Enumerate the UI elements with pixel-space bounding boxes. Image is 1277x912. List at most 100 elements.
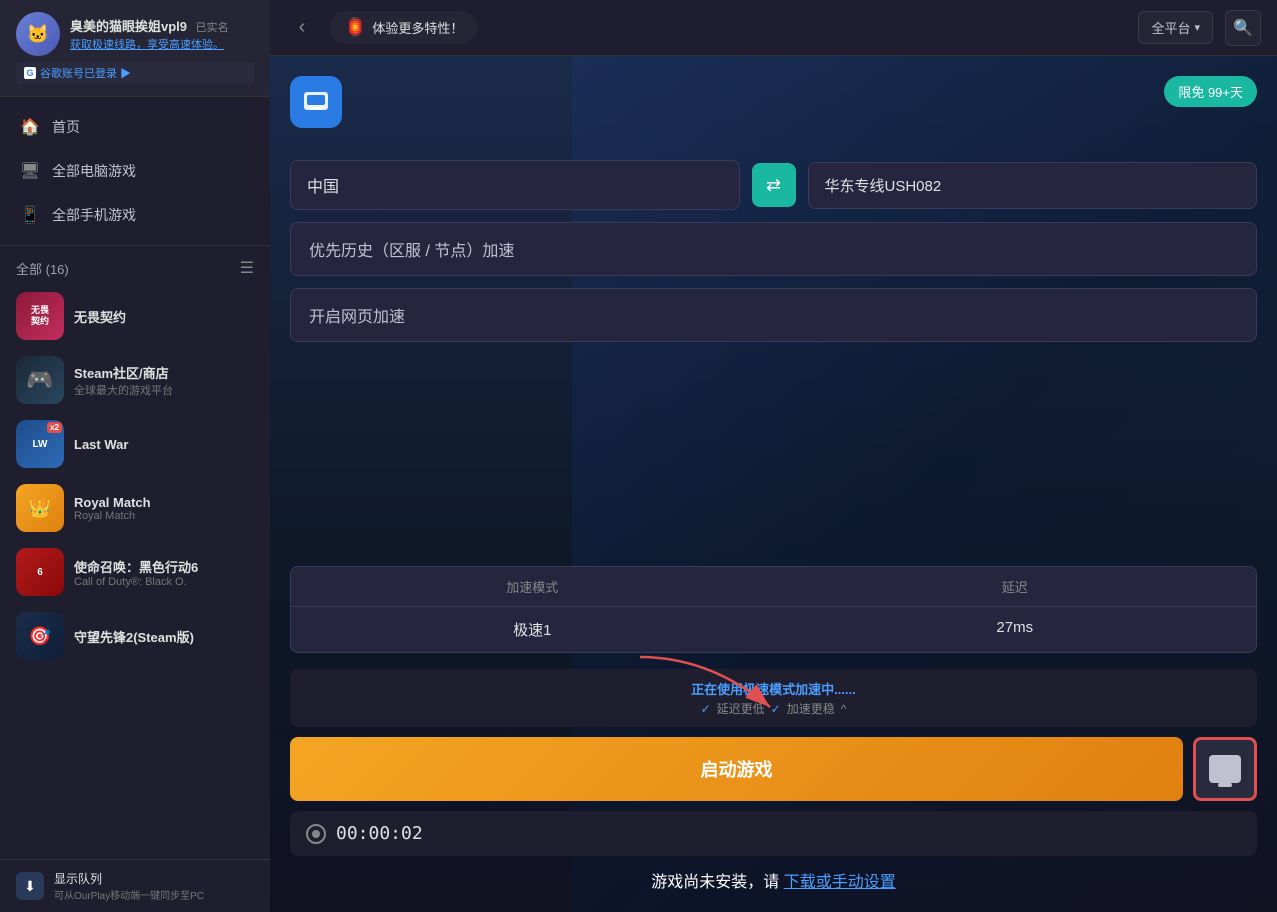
platform-selector[interactable]: 全平台 ▾ bbox=[1138, 11, 1213, 44]
sidebar-bottom-info: 显示队列 可从OurPlay移动端一键同步至PC bbox=[54, 870, 254, 902]
check-icon-2: ✓ bbox=[771, 702, 781, 716]
swap-button[interactable]: ⇄ bbox=[752, 163, 796, 207]
game-title: Steam社区/商店 bbox=[74, 363, 254, 382]
mobile-icon: 📱 bbox=[20, 205, 40, 225]
mode-cell: 极速1 bbox=[291, 619, 774, 640]
nav-pc-games[interactable]: 🖥 全部电脑游戏 bbox=[0, 149, 270, 193]
launch-button[interactable]: 启动游戏 bbox=[290, 737, 1183, 801]
game-subtitle: Royal Match bbox=[74, 510, 254, 522]
user-promo[interactable]: 获取极速线路，享受高速体验。 bbox=[70, 36, 254, 52]
sidebar: 🐱 臭美的猫眼挨姐vpl9 已实名 获取极速线路，享受高速体验。 G 谷歌账号已… bbox=[0, 0, 270, 912]
web-accel-label: 开启网页加速 bbox=[309, 309, 405, 326]
sidebar-bottom[interactable]: ⬇ 显示队列 可从OurPlay移动端一键同步至PC bbox=[0, 859, 270, 912]
speed-table: 加速模式 延迟 极速1 27ms bbox=[290, 566, 1257, 653]
user-tag: 已实名 bbox=[195, 22, 228, 34]
lantern-icon: 🏮 bbox=[344, 17, 366, 38]
timer-display: 00:00:02 bbox=[336, 823, 423, 844]
game-thumb-steam: 🎮 bbox=[16, 356, 64, 404]
queue-subtitle: 可从OurPlay移动端一键同步至PC bbox=[54, 887, 254, 902]
latency-col-header: 延迟 bbox=[774, 577, 1257, 596]
server-select[interactable]: 华东专线USH082 bbox=[808, 162, 1258, 209]
game-title: 守望先锋2(Steam版) bbox=[74, 627, 254, 646]
game-thumb-wuxian: 无畏契约 bbox=[16, 292, 64, 340]
game-title: 无畏契约 bbox=[74, 307, 254, 326]
list-item[interactable]: 🎯 守望先锋2(Steam版) bbox=[0, 604, 270, 668]
accel-status-bar: 正在使用极速模式加速中...... ✓ 延迟更低 ✓ 加速更稳 ^ bbox=[290, 669, 1257, 727]
web-accel-row[interactable]: 开启网页加速 bbox=[290, 288, 1257, 342]
game-title: Royal Match bbox=[74, 495, 254, 510]
list-item[interactable]: 6 使命召唤：黑色行动6 Call of Duty®: Black O. bbox=[0, 540, 270, 604]
badge-x2: x2 bbox=[47, 422, 62, 433]
user-area: 🐱 臭美的猫眼挨姐vpl9 已实名 获取极速线路，享受高速体验。 G 谷歌账号已… bbox=[0, 0, 270, 97]
games-list: 无畏契约 无畏契约 🎮 Steam社区/商店 全球最大的游戏平台 LW x2 L… bbox=[0, 284, 270, 859]
accel-status-text: 正在使用极速模式加速中...... bbox=[306, 679, 1241, 698]
game-thumb-lastwar: LW x2 bbox=[16, 420, 64, 468]
swap-icon: ⇄ bbox=[766, 175, 781, 196]
game-info: 无畏契约 bbox=[74, 307, 254, 326]
action-row: 启动游戏 bbox=[290, 737, 1257, 801]
timer-row: 00:00:02 bbox=[290, 811, 1257, 856]
game-title: Last War bbox=[74, 437, 254, 452]
list-item[interactable]: 👑 Royal Match Royal Match bbox=[0, 476, 270, 540]
game-info: 守望先锋2(Steam版) bbox=[74, 627, 254, 646]
game-thumb-overwatch: 🎯 bbox=[16, 612, 64, 660]
home-icon: 🏠 bbox=[20, 117, 40, 137]
overlay-button[interactable] bbox=[1193, 737, 1257, 801]
list-view-icon[interactable]: ☰ bbox=[240, 258, 254, 278]
priority-row[interactable]: 优先历史（区服 / 节点）加速 bbox=[290, 222, 1257, 276]
priority-label: 优先历史（区服 / 节点）加速 bbox=[309, 243, 514, 260]
latency-cell: 27ms bbox=[774, 619, 1257, 640]
game-info: 使命召唤：黑色行动6 Call of Duty®: Black O. bbox=[74, 557, 254, 588]
chevron-down-icon: ▾ bbox=[1194, 21, 1200, 34]
back-button[interactable]: ‹ bbox=[286, 12, 318, 44]
country-select[interactable]: 中国 bbox=[290, 160, 740, 210]
main-content: ‹ 🏮 体验更多特性！ 全平台 ▾ 🔍 bbox=[270, 0, 1277, 912]
game-subtitle: Call of Duty®: Black O. bbox=[74, 576, 254, 588]
promo-banner[interactable]: 🏮 体验更多特性！ bbox=[330, 11, 477, 44]
google-icon: G bbox=[24, 67, 36, 79]
accel-sub-speed: 加速更稳 bbox=[787, 700, 835, 717]
overlay-icon bbox=[1209, 755, 1241, 783]
avatar: 🐱 bbox=[16, 12, 60, 56]
nav-home-label: 首页 bbox=[52, 117, 80, 137]
game-info: Royal Match Royal Match bbox=[74, 495, 254, 522]
install-notice: 游戏尚未安装，请 下载或手动设置 bbox=[290, 868, 1257, 892]
not-installed-text: 游戏尚未安装，请 bbox=[651, 874, 779, 891]
nav-mobile-label: 全部手机游戏 bbox=[52, 205, 136, 225]
nav-mobile-games[interactable]: 📱 全部手机游戏 bbox=[0, 193, 270, 237]
games-header: 全部 (16) ☰ bbox=[0, 246, 270, 284]
username: 臭美的猫眼挨姐vpl9 bbox=[70, 19, 187, 34]
search-icon: 🔍 bbox=[1233, 18, 1253, 38]
chevron-up-icon: ^ bbox=[841, 702, 847, 716]
google-login-btn[interactable]: G 谷歌账号已登录 ▶ bbox=[16, 62, 254, 84]
games-count: 全部 (16) bbox=[16, 259, 69, 278]
list-item[interactable]: LW x2 Last War bbox=[0, 412, 270, 476]
nav-pc-label: 全部电脑游戏 bbox=[52, 161, 136, 181]
limit-free-badge: 限免 99+天 bbox=[1164, 76, 1257, 107]
nav-home[interactable]: 🏠 首页 bbox=[0, 105, 270, 149]
mode-col-header: 加速模式 bbox=[291, 577, 774, 596]
search-button[interactable]: 🔍 bbox=[1225, 10, 1261, 46]
list-item[interactable]: 🎮 Steam社区/商店 全球最大的游戏平台 bbox=[0, 348, 270, 412]
google-login-label: 谷歌账号已登录 ▶ bbox=[40, 65, 131, 81]
timer-dot-inner bbox=[312, 830, 320, 838]
vpn-indicator bbox=[290, 76, 342, 128]
nav-section: 🏠 首页 🖥 全部电脑游戏 📱 全部手机游戏 bbox=[0, 97, 270, 246]
game-subtitle: 全球最大的游戏平台 bbox=[74, 382, 254, 398]
main-body: 限免 99+天 中国 ⇄ 华东专线USH082 优先历史（区服 / 节点）加速 bbox=[270, 56, 1277, 912]
platform-label: 全平台 bbox=[1151, 18, 1190, 37]
accel-sub-latency: 延迟更低 bbox=[717, 700, 765, 717]
game-thumb-royalmatch: 👑 bbox=[16, 484, 64, 532]
check-icon-1: ✓ bbox=[701, 702, 711, 716]
promo-text: 体验更多特性！ bbox=[372, 18, 463, 37]
list-item[interactable]: 无畏契约 无畏契约 bbox=[0, 284, 270, 348]
download-link[interactable]: 下载或手动设置 bbox=[784, 874, 896, 891]
server-label: 华东专线USH082 bbox=[825, 178, 942, 195]
game-title: 使命召唤：黑色行动6 bbox=[74, 557, 254, 576]
queue-title: 显示队列 bbox=[54, 870, 254, 887]
game-info: Steam社区/商店 全球最大的游戏平台 bbox=[74, 363, 254, 398]
download-icon: ⬇ bbox=[16, 872, 44, 900]
country-label: 中国 bbox=[307, 173, 339, 197]
user-info: 臭美的猫眼挨姐vpl9 已实名 获取极速线路，享受高速体验。 bbox=[70, 16, 254, 52]
game-thumb-cod: 6 bbox=[16, 548, 64, 596]
